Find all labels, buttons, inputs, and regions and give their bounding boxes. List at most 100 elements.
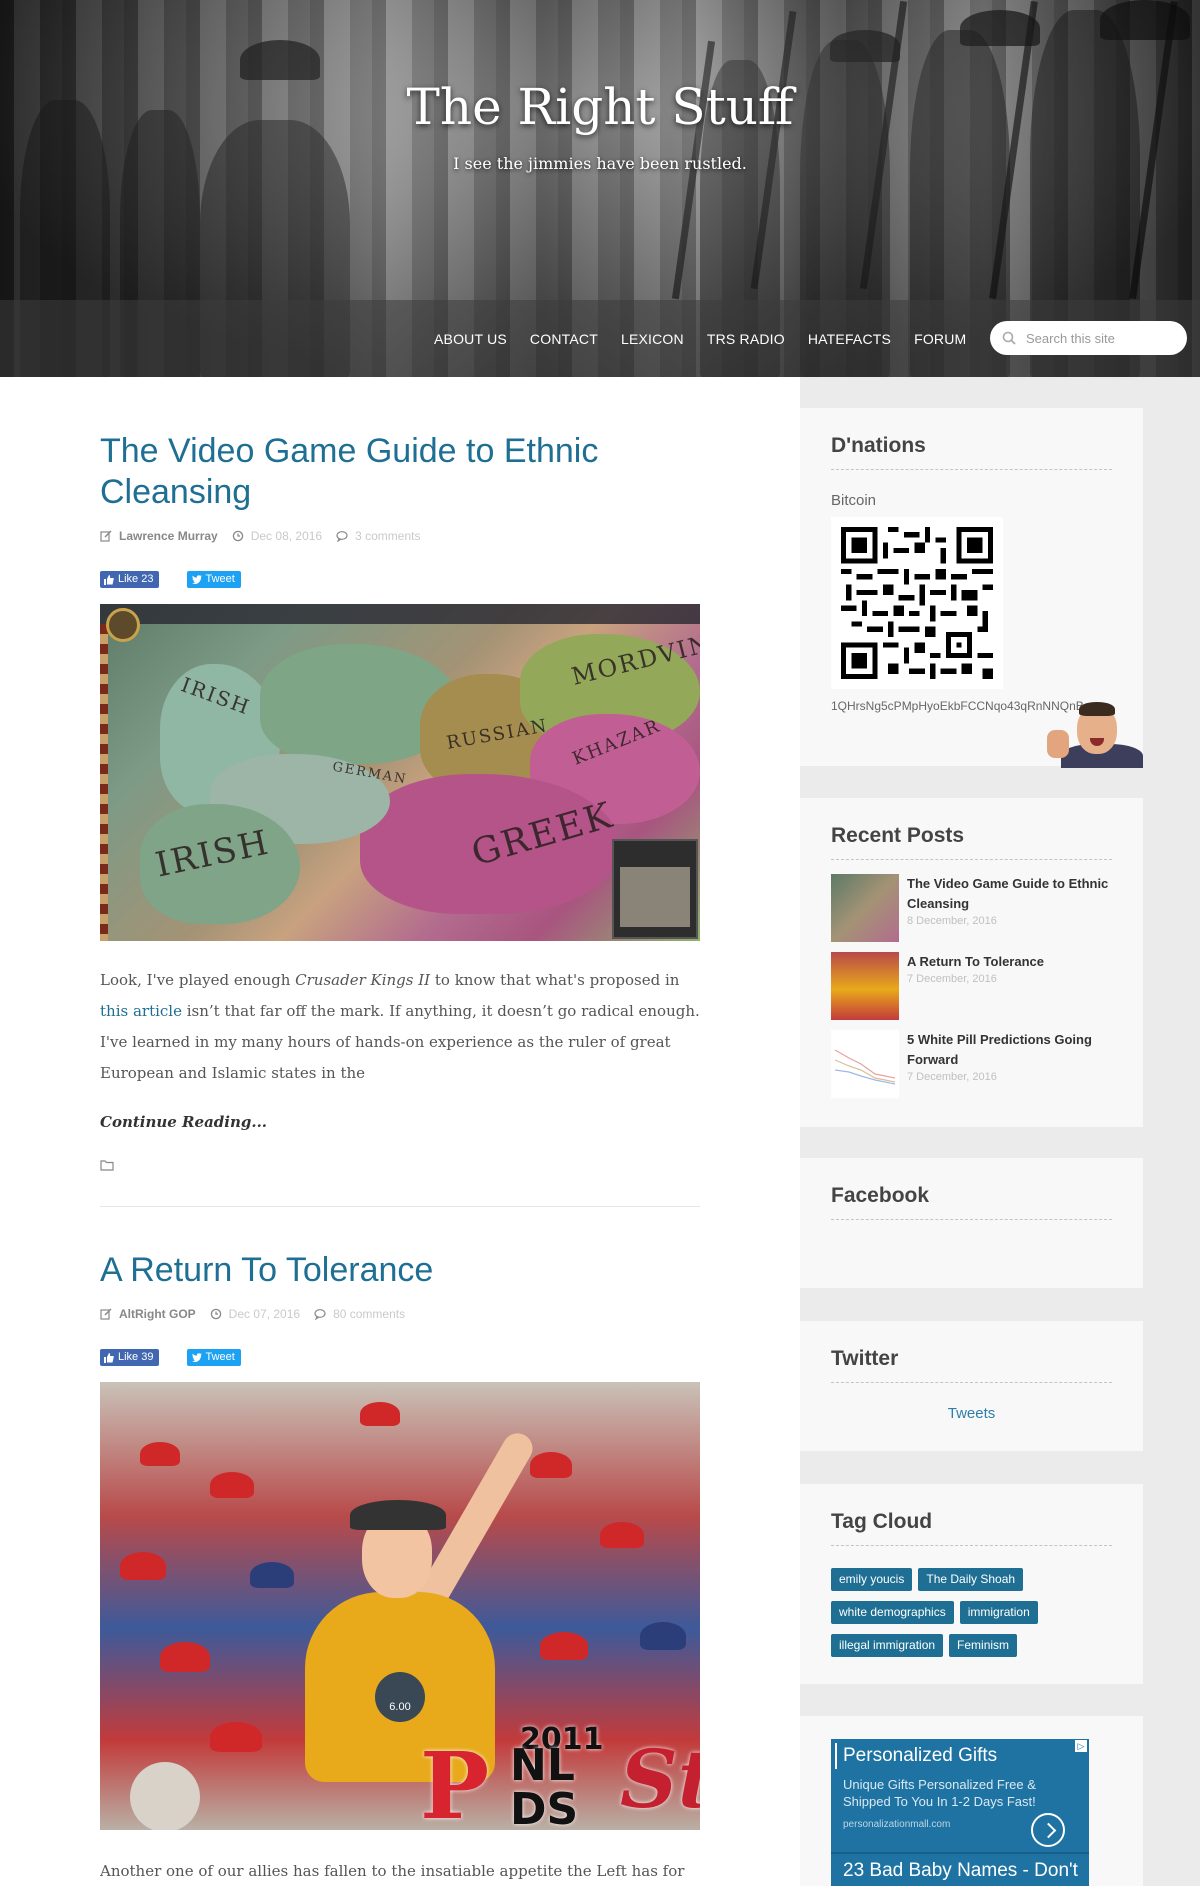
tag-link[interactable]: The Daily Shoah [918,1568,1024,1591]
main-nav: ABOUT US CONTACT LEXICON TRS RADIO HATEF… [434,300,966,377]
recent-posts-list: The Video Game Guide to Ethnic Cleansing… [831,874,1112,1098]
post-comments[interactable]: 3 comments [355,529,420,543]
twitter-bird-icon [192,575,203,584]
recent-post-thumbnail[interactable] [831,952,899,1020]
thumbs-up-icon [104,1352,114,1363]
site-tagline: I see the jimmies have been rustled. [453,154,747,173]
site-title[interactable]: The Right Stuff [0,78,1200,136]
photo-pin: 6.00 [375,1672,425,1722]
nav-about-us[interactable]: ABOUT US [434,331,507,347]
crusader-kings-map-image: IRISH IRISH RUSSIAN MORDVIN KHAZAR GREEK… [100,604,700,941]
tag-cloud-widget: Tag Cloud emily youcis The Daily Shoah w… [800,1484,1143,1684]
crowd-cap [250,1562,294,1588]
ad-title[interactable]: Personalized Gifts [843,1745,997,1767]
baseball-crowd-photo: 6.00 P 2011 NL DS StL [100,1382,700,1830]
chevron-right-icon[interactable] [1031,1813,1065,1847]
recent-post-title[interactable]: A Return To Tolerance [907,952,1044,972]
facebook-like-button[interactable]: Like 39 [100,1349,160,1366]
map-ui-topbar [100,604,700,624]
recent-post-date: 8 December, 2016 [907,915,997,927]
widget-title: Tag Cloud [831,1510,1112,1546]
tag-link[interactable]: immigration [959,1601,1038,1624]
ad-choices-icon[interactable]: ▷ [1075,1740,1087,1752]
thumbs-up-icon [104,574,114,585]
tag-link[interactable]: Feminism [949,1634,1018,1657]
recent-post-title[interactable]: 5 White Pill Predictions Going Forward [907,1030,1112,1070]
facebook-like-button[interactable]: Like 23 [100,571,160,588]
crowd-person [130,1762,200,1830]
bitcoin-qr-code[interactable] [831,517,1003,689]
phillies-logo: P [420,1732,490,1830]
post-featured-image[interactable]: 6.00 P 2011 NL DS StL [100,1382,700,1830]
recent-post-title[interactable]: The Video Game Guide to Ethnic Cleansing [907,874,1112,914]
tweet-button[interactable]: Tweet [187,571,241,588]
nav-hatefacts[interactable]: HATEFACTS [808,331,891,347]
nav-contact[interactable]: CONTACT [530,331,598,347]
recent-post-item[interactable]: The Video Game Guide to Ethnic Cleansing… [831,874,1112,942]
like-label: Like 39 [118,1351,154,1363]
recent-posts-widget: Recent Posts The Video Game Guide to Eth… [800,798,1143,1127]
recent-post-date: 7 December, 2016 [907,973,997,985]
post-1: The Video Game Guide to Ethnic Cleansing… [100,431,700,1207]
nav-trs-radio[interactable]: TRS RADIO [707,331,785,347]
widget-title: D'nations [831,434,1112,470]
post-excerpt: Another one of our allies has fallen to … [100,1862,685,1880]
edit-icon [100,1308,112,1320]
nav-forum[interactable]: FORUM [914,331,966,347]
comment-icon [336,531,348,542]
clock-icon [210,1308,221,1320]
tag-link[interactable]: emily youcis [831,1568,913,1591]
main-content: The Video Game Guide to Ethnic Cleansing… [0,377,800,1886]
donations-widget: D'nations Bitcoin 1QHrsNg5cPMpHyoEkbFCCN… [800,408,1143,768]
ad-subtitle: Unique Gifts Personalized Free & Shipped… [843,1777,1036,1809]
crowd-cap [600,1522,644,1548]
post-comments[interactable]: 80 comments [333,1307,405,1321]
nlds-text: NL DS [510,1740,579,1831]
tag-link[interactable]: white demographics [831,1601,954,1624]
recent-post-item[interactable]: 5 White Pill Predictions Going Forward 7… [831,1030,1112,1098]
recent-post-item[interactable]: A Return To Tolerance 7 December, 2016 [831,952,1112,1020]
nav-lexicon[interactable]: LEXICON [621,331,684,347]
chart-thumbnail-image [834,1049,896,1085]
recent-post-thumbnail[interactable] [831,1030,899,1098]
crowd-cap [160,1642,210,1672]
sidebar: D'nations Bitcoin 1QHrsNg5cPMpHyoEkbFCCN… [800,377,1200,1886]
search-input[interactable] [1026,330,1176,346]
social-buttons: Like 39 Tweet [100,1349,700,1366]
post-2: A Return To Tolerance AltRight GOP Dec 0… [100,1250,700,1886]
like-label: Like 23 [118,573,154,585]
widget-title: Twitter [831,1347,1112,1383]
post-author[interactable]: Lawrence Murray [119,529,218,543]
excerpt-link[interactable]: this article [100,1002,182,1020]
excerpt-text: to know that what's proposed in [430,971,680,989]
ad-title-2[interactable]: 23 Bad Baby Names - Don't [843,1860,1078,1882]
continue-reading-link[interactable]: Continue Reading... [100,1113,700,1131]
widget-title: Facebook [831,1184,1112,1220]
search-box[interactable] [990,321,1187,355]
post-date: Dec 08, 2016 [250,529,323,543]
post-title[interactable]: A Return To Tolerance [100,1250,700,1291]
site-header: The Right Stuff I see the jimmies have b… [0,0,1200,377]
advertisement[interactable]: Personalized Gifts Unique Gifts Personal… [831,1739,1089,1886]
ad-widget: Personalized Gifts Unique Gifts Personal… [800,1716,1143,1886]
map-ui-minimap [612,839,698,939]
tag-link[interactable]: illegal immigration [831,1634,944,1657]
tweets-link[interactable]: Tweets [831,1405,1112,1422]
tag-list: emily youcis The Daily Shoah white demog… [831,1568,1081,1657]
crowd-cap [360,1402,400,1426]
excerpt-text: isn’t that far off the mark. If anything… [100,1002,700,1082]
cardinals-logo: StL [620,1732,700,1826]
folder-icon [100,1160,114,1171]
excerpt-text: Look, I've played enough [100,971,296,989]
recent-post-thumbnail[interactable] [831,874,899,942]
post-featured-image[interactable]: IRISH IRISH RUSSIAN MORDVIN KHAZAR GREEK… [100,604,700,941]
post-author[interactable]: AltRight GOP [119,1307,196,1321]
ad-separator [831,1852,1089,1854]
tweet-button[interactable]: Tweet [187,1349,241,1366]
post-title[interactable]: The Video Game Guide to Ethnic Cleansing [100,431,700,513]
search-icon [1002,331,1016,345]
edit-icon [100,530,112,542]
comment-icon [314,1309,326,1320]
nlds-logo: P 2011 NL DS StL [420,1722,700,1831]
crowd-cap [540,1632,588,1660]
